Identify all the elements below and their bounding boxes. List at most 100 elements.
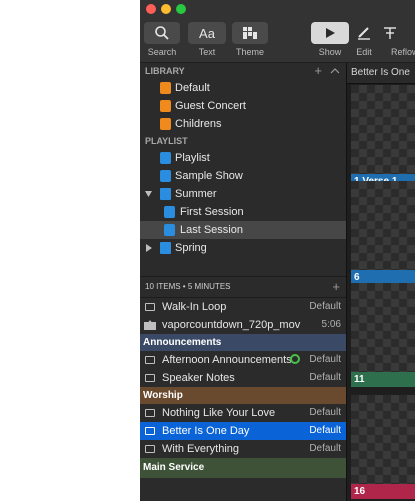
playlist-item-label: Summer: [175, 188, 217, 200]
presentation-icon: [145, 374, 155, 382]
playlist-item-label: First Session: [180, 206, 244, 218]
playlist-cue-walk-in-loop[interactable]: Walk-In Loop Default: [140, 298, 346, 316]
cue-arrangement: Default: [309, 443, 341, 454]
reflow-icon: [384, 27, 396, 39]
group-header-announcements[interactable]: Announcements: [140, 334, 346, 351]
disclosure-closed-icon[interactable]: [146, 244, 152, 252]
folder-icon: [160, 242, 171, 254]
cue-arrangement: Default: [309, 425, 341, 436]
play-icon: [326, 28, 335, 38]
disclosure-open-icon[interactable]: [145, 191, 152, 197]
search-icon: [155, 26, 169, 40]
playlist-item-first-session[interactable]: First Session: [140, 203, 346, 221]
playlist-item-playlist[interactable]: Playlist: [140, 149, 346, 167]
slide-thumbnail[interactable]: 11: [351, 283, 415, 387]
cue-arrangement: Default: [309, 407, 341, 418]
theme-icon: [243, 27, 257, 39]
cue-name: vaporcountdown_720p_mov: [162, 319, 301, 331]
slide-thumbnail[interactable]: 16: [351, 395, 415, 499]
cue-arrangement: Default: [309, 301, 341, 312]
zoom-window-button[interactable]: [176, 4, 186, 14]
presentation-icon: [145, 409, 155, 417]
cue-name: Afternoon Announcements: [162, 354, 292, 366]
reflow-label: Reflow: [391, 47, 415, 57]
video-icon: [144, 320, 156, 330]
document-title: Better Is One: [347, 63, 415, 84]
playlist-item-label: Last Session: [180, 224, 243, 236]
text-label: Text: [198, 47, 216, 57]
playlist-folder-summer[interactable]: Summer: [140, 185, 346, 203]
group-header-main-service[interactable]: Main Service: [140, 458, 346, 478]
items-summary-header: 10 ITEMS • 5 MINUTES +: [140, 277, 346, 297]
cue-name: Walk-In Loop: [162, 301, 227, 313]
presentation-icon: [145, 427, 155, 435]
title-bar: [140, 0, 415, 18]
theme-button[interactable]: [232, 22, 268, 44]
playlist-cue-afternoon-announcements[interactable]: Afternoon Announcements Default: [140, 351, 346, 369]
playlist-section-header: PLAYLIST: [140, 133, 346, 149]
close-window-button[interactable]: [146, 4, 156, 14]
presentation-icon: [145, 445, 155, 453]
playlist-folder-spring[interactable]: Spring: [140, 239, 346, 257]
library-item-label: Guest Concert: [175, 100, 246, 112]
text-button[interactable]: Aa: [188, 22, 226, 44]
library-item-guest-concert[interactable]: Guest Concert: [140, 97, 346, 115]
edit-label: Edit: [356, 47, 372, 57]
library-doc-icon: [160, 100, 171, 112]
cue-name: Better Is One Day: [162, 425, 250, 437]
slide-thumbnail[interactable]: 1 Verse 1: [351, 85, 415, 189]
playlist-cue-with-everything[interactable]: With Everything Default: [140, 440, 346, 458]
theme-label: Theme: [235, 47, 264, 57]
cue-name: Speaker Notes: [162, 372, 235, 384]
playlist-item-sample-show[interactable]: Sample Show: [140, 167, 346, 185]
reflow-button[interactable]: [382, 22, 412, 44]
add-item-icon[interactable]: +: [332, 277, 340, 297]
group-header-worship[interactable]: Worship: [140, 387, 346, 404]
slide-label: 16: [351, 484, 415, 499]
cue-arrangement: Default: [309, 372, 341, 383]
status-indicator-icon: [290, 354, 300, 364]
show-button[interactable]: [311, 22, 349, 44]
playlist-icon: [160, 152, 171, 164]
minimize-window-button[interactable]: [161, 4, 171, 14]
edit-button[interactable]: [354, 22, 374, 44]
cue-arrangement: Default: [309, 354, 341, 365]
add-library-icon[interactable]: +: [314, 63, 322, 79]
toolbar: Search Aa Text Theme Show Edit Reflo: [140, 18, 415, 63]
library-doc-icon: [160, 82, 171, 94]
slide-grid: Better Is One 1 Verse 1 6 11 16: [346, 63, 415, 501]
pencil-icon: [358, 27, 370, 40]
slide-label: 11: [351, 372, 415, 387]
playlist-icon: [160, 170, 171, 182]
propresenter-window: Search Aa Text Theme Show Edit Reflo LIB…: [140, 0, 415, 501]
search-button[interactable]: [144, 22, 180, 44]
slide-thumbnail[interactable]: 6: [351, 181, 415, 285]
playlist-cue-speaker-notes[interactable]: Speaker Notes Default: [140, 369, 346, 387]
library-item-default[interactable]: Default: [140, 79, 346, 97]
playlist-item-label: Spring: [175, 242, 207, 254]
playlist-item-label: Playlist: [175, 152, 210, 164]
playlist-cue-nothing-like-your-love[interactable]: Nothing Like Your Love Default: [140, 404, 346, 422]
playlist-cue-better-is-one-day[interactable]: Better Is One Day Default: [140, 422, 346, 440]
search-label: Search: [147, 47, 177, 57]
playlist-item-last-session[interactable]: Last Session: [140, 221, 346, 239]
library-section-header: LIBRARY +: [140, 63, 346, 79]
playlist-icon: [164, 206, 175, 218]
library-heading: LIBRARY: [145, 66, 185, 76]
library-doc-icon: [160, 118, 171, 130]
library-item-label: Childrens: [175, 118, 222, 130]
library-item-childrens[interactable]: Childrens: [140, 115, 346, 133]
presentation-icon: [145, 303, 155, 311]
cue-name: With Everything: [162, 443, 240, 455]
playlist-cue-vaporcountdown[interactable]: vaporcountdown_720p_mov 5:06: [140, 316, 346, 334]
playlist-heading: PLAYLIST: [145, 136, 188, 146]
cue-name: Nothing Like Your Love: [162, 407, 276, 419]
presentation-icon: [145, 356, 155, 364]
sidebar: LIBRARY + Default Guest Concert Children…: [140, 63, 346, 501]
text-icon: Aa: [199, 25, 215, 41]
show-label: Show: [318, 47, 342, 57]
cue-duration: 5:06: [321, 319, 341, 330]
collapse-chevron-icon[interactable]: [330, 67, 340, 74]
folder-icon: [160, 188, 171, 200]
